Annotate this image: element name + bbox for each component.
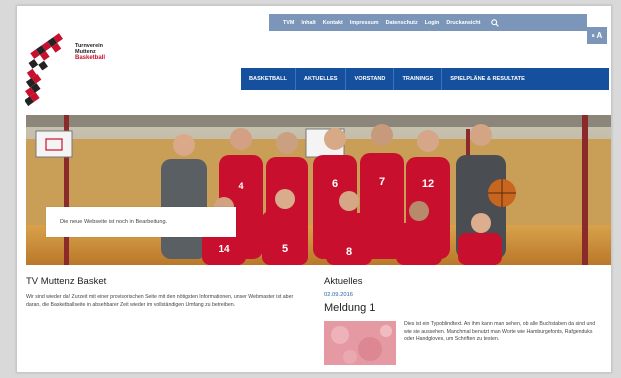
jersey-number: 8 [346, 246, 352, 258]
intro-title: TV Muttenz Basket [26, 276, 107, 287]
jersey-number: 6 [332, 178, 338, 190]
logo-graphic [23, 33, 63, 116]
search-icon[interactable] [490, 18, 500, 28]
jersey-number: 12 [422, 178, 434, 190]
team-photo-image: 4 6 7 12 14 5 8 [26, 115, 611, 265]
utility-link-impressum[interactable]: Impressum [350, 20, 379, 26]
page-frame: TVM Inhalt Kontakt Impressum Datenschutz… [16, 5, 612, 373]
nav-basketball[interactable]: BASKETBALL [241, 68, 296, 90]
utility-link-tvm[interactable]: TVM [283, 20, 294, 26]
news-section-title: Aktuelles [324, 276, 363, 287]
construction-notice: Die neue Webseite ist noch in Bearbeitun… [46, 207, 236, 237]
jersey-number: 5 [282, 243, 288, 255]
jersey-number: 7 [379, 176, 385, 188]
news-date: 02.09.2016 [324, 292, 354, 298]
news-section: Aktuelles 02.09.2016 Meldung 1 Dies ist … [324, 276, 609, 365]
nav-vorstand[interactable]: VORSTAND [346, 68, 395, 90]
news-title-link[interactable]: Meldung 1 [324, 302, 609, 314]
font-size-large[interactable]: A [597, 31, 603, 40]
news-thumbnail-pattern [324, 321, 396, 365]
main-nav: BASKETBALL AKTUELLES VORSTAND TRAININGS … [241, 68, 609, 90]
club-logo[interactable]: Turnverein Muttenz Basketball [23, 28, 145, 116]
news-thumbnail[interactable] [324, 321, 396, 365]
intro-text: Wir sind wieder da! Zurzeit mit einer pr… [26, 294, 294, 308]
jersey-number: 14 [218, 244, 230, 255]
nav-trainings[interactable]: TRAININGS [394, 68, 443, 90]
logo-text: Turnverein Muttenz Basketball [75, 43, 106, 61]
nav-aktuelles[interactable]: AKTUELLES [296, 68, 347, 90]
font-size-toggle[interactable]: a A [587, 27, 607, 44]
font-size-small[interactable]: a [592, 33, 595, 39]
construction-notice-text: Die neue Webseite ist noch in Bearbeitun… [60, 219, 168, 225]
utility-link-kontakt[interactable]: Kontakt [323, 20, 343, 26]
basket-backboard-left [35, 130, 73, 158]
intro-section: TV Muttenz Basket Wir sind wieder da! Zu… [26, 276, 306, 309]
hero-team-photo: 4 6 7 12 14 5 8 Die neue Webseite ist no… [26, 115, 611, 265]
logo-line-3: Basketball [75, 55, 106, 61]
utility-link-login[interactable]: Login [425, 20, 440, 26]
utility-link-druckansicht[interactable]: Druckansicht [446, 20, 480, 26]
nav-spielplaene-resultate[interactable]: SPIELPLÄNE & RESULTATE [442, 68, 533, 90]
news-item: Dies ist ein Typoblindtext. An ihm kann … [324, 321, 609, 365]
utility-link-datenschutz[interactable]: Datenschutz [386, 20, 418, 26]
utility-link-inhalt[interactable]: Inhalt [301, 20, 315, 26]
jersey-number: 4 [238, 181, 243, 191]
news-text: Dies ist ein Typoblindtext. An ihm kann … [404, 321, 596, 343]
utility-nav: TVM Inhalt Kontakt Impressum Datenschutz… [269, 14, 587, 31]
